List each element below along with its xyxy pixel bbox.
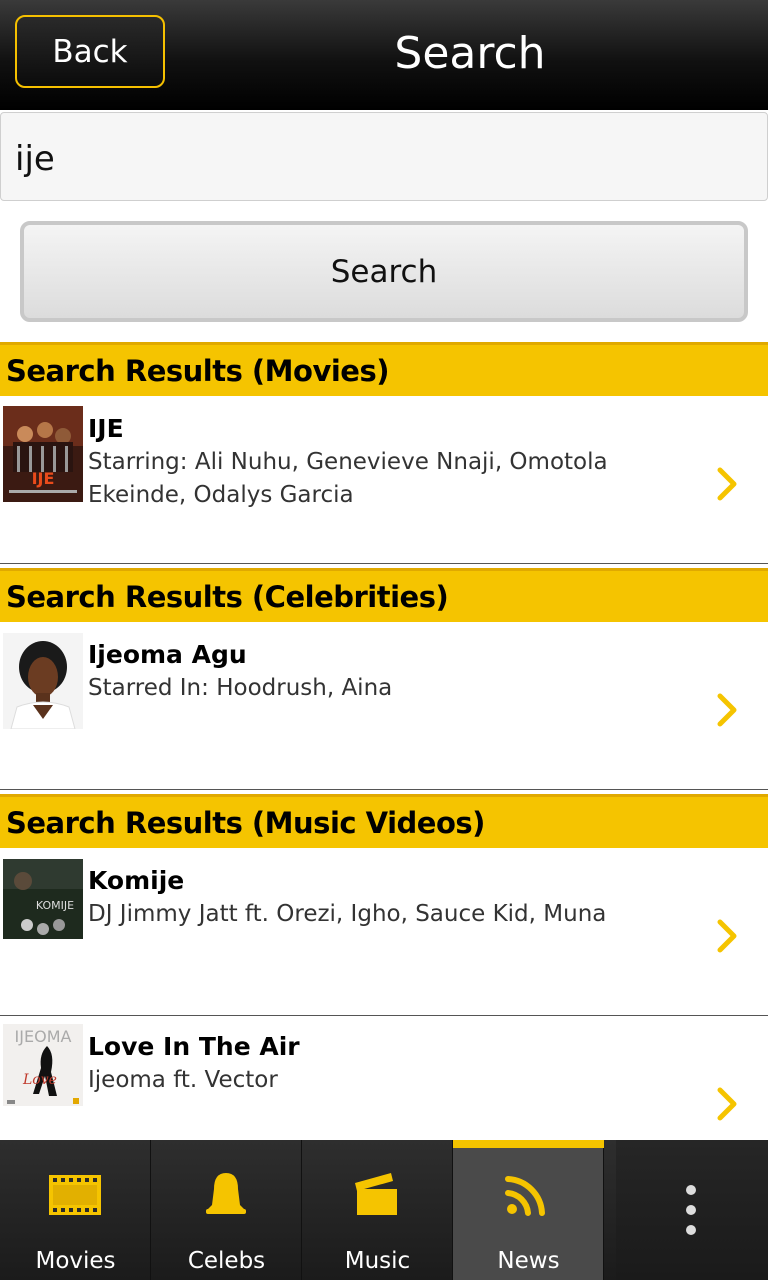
music-video-artists: Ijeoma ft. Vector <box>88 1067 278 1093</box>
music-video-title: Love In The Air <box>88 1032 300 1061</box>
celebrity-avatar <box>3 633 83 729</box>
svg-text:Love: Love <box>22 1072 57 1088</box>
page-title: Search <box>394 28 546 79</box>
rss-icon <box>505 1176 545 1216</box>
svg-text:IJE: IJE <box>32 469 55 488</box>
overflow-dot <box>686 1205 696 1215</box>
overflow-dot <box>686 1225 696 1235</box>
movie-cast: Starring: Ali Nuhu, Genevieve Nnaji, Omo… <box>88 449 608 508</box>
list-item-music-video[interactable]: IJEOMA Love Love In The Air Ijeoma ft. V… <box>0 1016 768 1140</box>
svg-text:KOMIJE: KOMIJE <box>36 899 74 912</box>
header-bar: Back Search <box>0 0 768 110</box>
row-divider <box>0 563 768 564</box>
back-button[interactable]: Back <box>15 15 165 88</box>
section-header-celebrities: Search Results (Celebrities) <box>0 568 768 622</box>
tab-celebs-label: Celebs <box>187 1248 266 1274</box>
tab-news[interactable]: News <box>453 1140 604 1280</box>
tab-movies-label: Movies <box>35 1248 116 1274</box>
film-strip-icon <box>49 1175 101 1215</box>
active-tab-indicator <box>453 1140 604 1148</box>
music-video-artists: DJ Jimmy Jatt ft. Orezi, Igho, Sauce Kid… <box>88 901 607 927</box>
overflow-menu-button[interactable] <box>616 1140 768 1280</box>
music-video-thumbnail: IJEOMA Love <box>3 1024 83 1106</box>
music-video-thumbnail: KOMIJE <box>3 859 83 939</box>
chevron-right-icon <box>717 693 737 727</box>
tab-celebs[interactable]: Celebs <box>151 1140 302 1280</box>
list-item-celebrity[interactable]: Ijeoma Agu Starred In: Hoodrush, Aina <box>0 622 768 789</box>
movie-title: IJE <box>88 414 124 443</box>
chevron-right-icon <box>717 1087 737 1121</box>
celebrity-name: Ijeoma Agu <box>88 640 247 669</box>
search-button[interactable]: Search <box>20 221 748 322</box>
bottom-tab-bar: Movies Celebs Music News <box>0 1140 768 1280</box>
chevron-right-icon <box>717 919 737 953</box>
movie-poster-thumbnail: IJE <box>3 406 83 502</box>
row-divider <box>0 789 768 790</box>
music-video-title: Komije <box>88 866 185 895</box>
section-header-movies: Search Results (Movies) <box>0 342 768 396</box>
section-header-music-videos: Search Results (Music Videos) <box>0 794 768 848</box>
list-item-music-video[interactable]: KOMIJE Komije DJ Jimmy Jatt ft. Orezi, I… <box>0 848 768 1015</box>
svg-text:IJEOMA: IJEOMA <box>15 1027 72 1046</box>
search-input[interactable]: ije <box>0 112 768 201</box>
tab-news-label: News <box>497 1248 560 1274</box>
celebrity-credits: Starred In: Hoodrush, Aina <box>88 675 393 701</box>
list-item-movie[interactable]: IJE IJE Starring: Ali Nuhu, Genevieve Nn… <box>0 396 768 563</box>
chevron-right-icon <box>717 467 737 501</box>
overflow-dot <box>686 1185 696 1195</box>
tab-movies[interactable]: Movies <box>0 1140 151 1280</box>
bell-icon <box>206 1173 246 1214</box>
clapperboard-icon <box>355 1173 397 1215</box>
tab-music-label: Music <box>344 1248 411 1274</box>
tab-music[interactable]: Music <box>302 1140 453 1280</box>
